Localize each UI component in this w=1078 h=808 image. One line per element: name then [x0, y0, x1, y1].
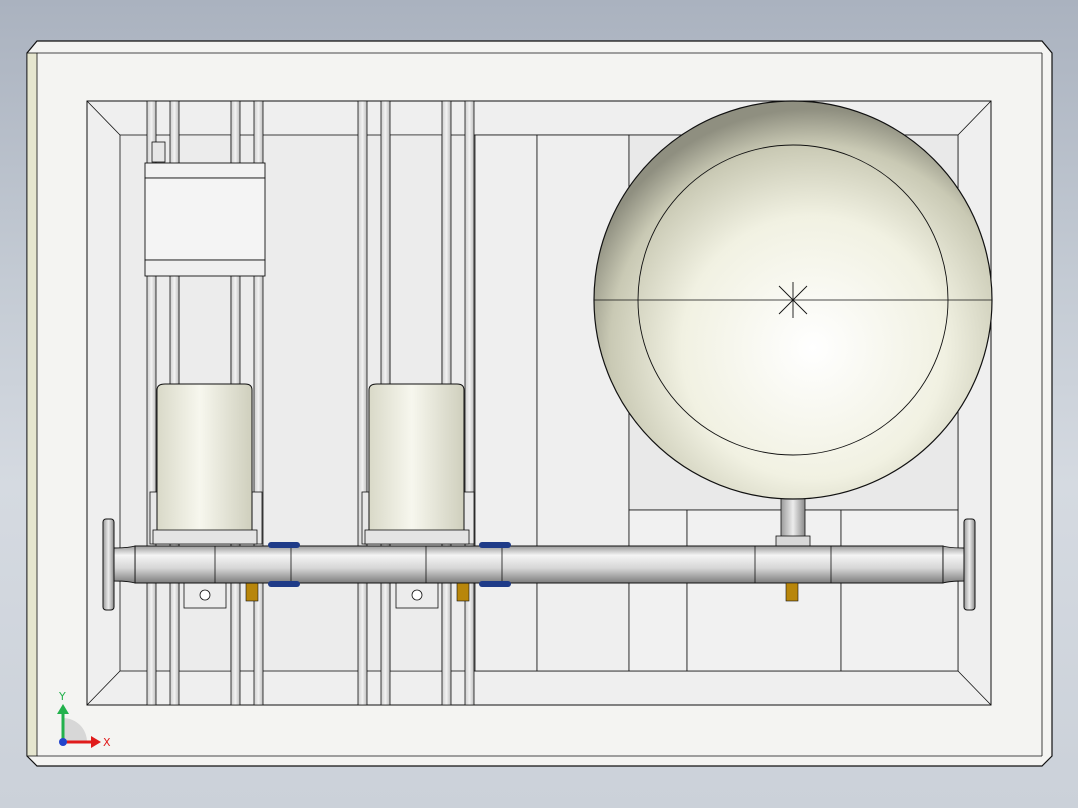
rail-2d	[464, 100, 475, 706]
right-reducer	[942, 545, 965, 584]
pump-1-drain-plug	[199, 589, 211, 601]
pump-2-motor-foot	[364, 529, 470, 545]
pump-1-fitting	[245, 582, 259, 602]
triad-x-label: X	[103, 736, 111, 749]
base-frame-side-edge	[26, 52, 38, 757]
tank-outlet-pipe	[780, 497, 806, 539]
manifold-pipe	[134, 545, 944, 584]
cad-viewport[interactable]: Y X	[0, 0, 1078, 808]
check-valve-2	[479, 542, 511, 548]
tank-outlet-valve	[775, 535, 811, 547]
check-valve-1-bottom	[268, 581, 300, 587]
left-flange	[102, 518, 115, 611]
partition-lower-c	[840, 509, 959, 672]
partition-lower-a	[628, 509, 688, 672]
pump-1-motor	[156, 383, 253, 539]
pump-2-drain-plug	[411, 589, 423, 601]
cad-scene[interactable]: Y X	[0, 0, 1078, 808]
left-reducer	[113, 545, 136, 584]
control-box-lid	[144, 162, 266, 179]
check-valve-1	[268, 542, 300, 548]
right-flange	[963, 518, 976, 611]
tank-tee-fitting	[785, 582, 799, 602]
check-valve-2-bottom	[479, 581, 511, 587]
control-box-base	[144, 259, 266, 277]
triad-y-label: Y	[58, 690, 66, 703]
triad-z-origin	[59, 738, 67, 746]
pump-2-fitting	[456, 582, 470, 602]
control-box-sensor	[151, 141, 166, 163]
partition-left	[474, 134, 538, 672]
control-box-body	[144, 177, 266, 261]
pump-2-motor	[368, 383, 465, 539]
pump-1-motor-foot	[152, 529, 258, 545]
partition-lower-b	[686, 509, 842, 672]
rail-2a	[357, 100, 368, 706]
